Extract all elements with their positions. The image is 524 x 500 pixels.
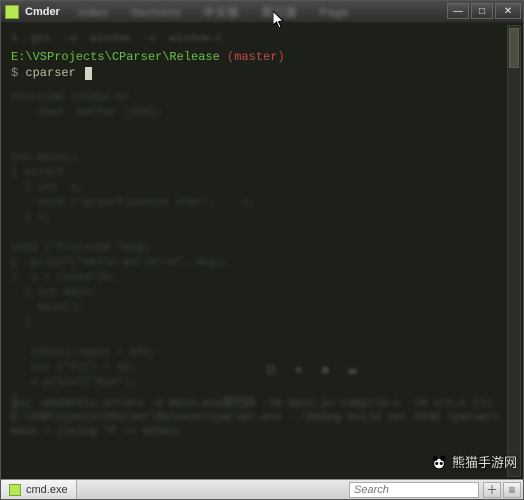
prompt-line: $ cparser	[11, 65, 513, 81]
git-branch: (master)	[227, 50, 285, 64]
minimize-button[interactable]: —	[447, 3, 469, 19]
cwd-line: E:\VSProjects\CParser\Release (master)	[11, 49, 513, 65]
titlebar: Cmder index Sections 中文版 菜口面 Page — □ ✕	[1, 1, 523, 23]
vertical-scrollbar[interactable]	[507, 25, 521, 477]
cwd-path: E:\VSProjects\CParser\Release	[11, 50, 220, 64]
app-window: Cmder index Sections 中文版 菜口面 Page — □ ✕ …	[0, 0, 524, 500]
menu-button[interactable]: ≡	[503, 482, 521, 498]
scrollbar-thumb[interactable]	[509, 28, 519, 68]
terminal-history-line: λ gcc -o window -c window.c	[11, 31, 513, 47]
tab-label: cmd.exe	[26, 484, 68, 496]
terminal-footer-blurred: gcc -pedantic-errors -o main.exe源代码 -lm …	[11, 397, 513, 439]
terminal-pane[interactable]: λ gcc -o window -c window.c E:\VSProject…	[1, 23, 523, 479]
close-button[interactable]: ✕	[495, 3, 521, 19]
new-tab-button[interactable]: ＋	[483, 482, 501, 498]
app-title: Cmder	[25, 6, 60, 18]
toolbar-icons-blurred: ⎘ ≡ ⊞ ☰	[266, 363, 363, 379]
tab-cmd[interactable]: cmd.exe	[1, 480, 77, 499]
search-input[interactable]	[349, 482, 479, 498]
watermark: 熊猫手游网	[430, 452, 517, 471]
statusbar: cmd.exe ＋ ≡	[1, 479, 523, 499]
watermark-text: 熊猫手游网	[452, 452, 517, 471]
terminal-output-blurred: #include <stdio.h> char buffer [256]; in…	[11, 91, 513, 406]
prompt-symbol: $	[11, 66, 18, 80]
maximize-button[interactable]: □	[471, 3, 493, 19]
typed-command: cparser	[25, 66, 75, 80]
panda-icon	[430, 453, 448, 471]
app-icon	[5, 5, 19, 19]
text-cursor	[85, 67, 92, 80]
window-controls: — □ ✕	[447, 3, 521, 19]
terminal-icon	[9, 484, 21, 496]
titlebar-blurred-text: index Sections 中文版 菜口面 Page	[78, 4, 367, 20]
